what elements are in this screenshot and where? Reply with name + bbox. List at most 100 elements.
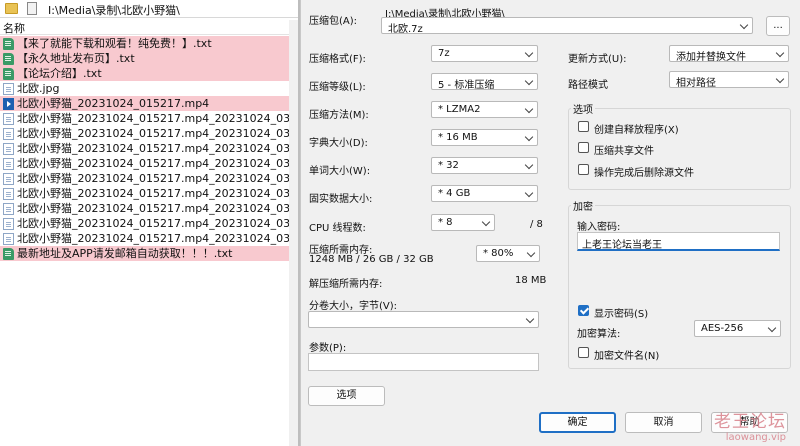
cpu-label: CPU 线程数:: [309, 223, 366, 234]
file-row[interactable]: 北欧小野猫_20231024_015217.mp4_20231024_03371…: [0, 111, 298, 126]
sfx-checkbox[interactable]: [578, 121, 589, 132]
method-select[interactable]: * LZMA2: [431, 101, 538, 118]
params-input[interactable]: [308, 353, 539, 371]
file-row[interactable]: 北欧.jpg: [0, 81, 298, 96]
solid-label: 固实数据大小:: [309, 194, 373, 205]
file-name: 北欧小野猫_20231024_015217.mp4_20231024_03392…: [17, 157, 298, 170]
file-name: 【永久地址发布页】.txt: [17, 52, 135, 65]
file-row[interactable]: 北欧小野猫_20231024_015217.mp4_20231024_03391…: [0, 141, 298, 156]
path-mode-label: 路径模式: [568, 80, 608, 91]
show-password-checkbox[interactable]: [578, 305, 589, 316]
path-mode-select[interactable]: 相对路径: [669, 71, 789, 89]
shared-checkbox[interactable]: [578, 142, 589, 153]
file-row[interactable]: 【来了就能下载和观看！纯免费！】.txt: [0, 36, 298, 51]
chevron-down-icon: [775, 48, 785, 58]
image-file-icon: [3, 83, 14, 95]
level-label: 压缩等级(L):: [309, 82, 366, 93]
file-row[interactable]: 北欧小野猫_20231024_015217.mp4: [0, 96, 298, 111]
chevron-down-icon: [524, 188, 534, 198]
word-value: * 32: [438, 160, 459, 171]
file-name: 北欧小野猫_20231024_015217.mp4_20231024_03411…: [17, 202, 298, 215]
file-row[interactable]: 北欧小野猫_20231024_015217.mp4_20231024_03382…: [0, 126, 298, 141]
file-name: 北欧小野猫_20231024_015217.mp4_20231024_03395…: [17, 172, 298, 185]
watermark-en: laowang.vip: [725, 432, 786, 443]
word-label: 单词大小(W):: [309, 166, 371, 177]
mem-decompress-value: 18 MB: [515, 275, 547, 286]
method-value: * LZMA2: [438, 104, 481, 115]
options-button[interactable]: 选项: [308, 386, 385, 406]
dict-value: * 16 MB: [438, 132, 478, 143]
cpu-select[interactable]: * 8: [431, 214, 495, 231]
file-manager-pane: I:\Media\录制\北欧小野猫\ 名称 【来了就能下载和观看！纯免费！】.t…: [0, 0, 300, 446]
file-name: 北欧小野猫_20231024_015217.mp4: [17, 97, 210, 110]
solid-select[interactable]: * 4 GB: [431, 185, 538, 202]
watermark-cn: 老王论坛: [714, 412, 786, 432]
file-list-scrollbar[interactable]: [289, 20, 298, 446]
file-row[interactable]: 北欧小野猫_20231024_015217.mp4_20231024_03411…: [0, 201, 298, 216]
chevron-down-icon: [481, 217, 491, 227]
chevron-down-icon: [524, 76, 534, 86]
text-file-icon: [3, 248, 14, 260]
mem-percent-select[interactable]: * 80%: [476, 245, 540, 262]
encrypt-names-checkbox[interactable]: [578, 347, 589, 358]
enc-method-value: AES-256: [701, 323, 744, 334]
name-column-header[interactable]: 名称: [0, 19, 300, 35]
cpu-max: / 8: [530, 219, 543, 230]
format-select[interactable]: 7z: [431, 45, 538, 62]
path-mode-value: 相对路径: [676, 78, 716, 89]
level-select[interactable]: 5 - 标准压缩: [431, 73, 538, 91]
password-input[interactable]: 上老王论坛当老王: [577, 232, 780, 251]
browse-button[interactable]: ...: [766, 16, 790, 36]
archive-label: 压缩包(A):: [309, 16, 358, 27]
delete-after-checkbox[interactable]: [578, 164, 589, 175]
file-name: 北欧小野猫_20231024_015217.mp4_20231024_03430…: [17, 232, 298, 245]
password-label: 输入密码:: [577, 222, 621, 233]
word-select[interactable]: * 32: [431, 157, 538, 174]
dict-select[interactable]: * 16 MB: [431, 129, 538, 146]
chevron-down-icon: [524, 160, 534, 170]
file-row[interactable]: 北欧小野猫_20231024_015217.mp4_20231024_03395…: [0, 171, 298, 186]
file-name: 北欧小野猫_20231024_015217.mp4_20231024_03391…: [17, 142, 298, 155]
file-name: 最新地址及APP请发邮箱自动获取！！！.txt: [17, 247, 233, 260]
video-file-icon: [3, 98, 14, 110]
chevron-down-icon: [775, 74, 785, 84]
file-row[interactable]: 北欧小野猫_20231024_015217.mp4_20231024_03392…: [0, 156, 298, 171]
chevron-down-icon: [524, 104, 534, 114]
file-row[interactable]: 【永久地址发布页】.txt: [0, 51, 298, 66]
doc-file-icon: [3, 113, 14, 125]
file-name: 北欧小野猫_20231024_015217.mp4_20231024_03371…: [17, 112, 298, 125]
address-path: I:\Media\录制\北欧小野猫\: [48, 4, 180, 17]
file-name: 北欧小野猫_20231024_015217.mp4_20231024_03421…: [17, 217, 298, 230]
chevron-down-icon: [525, 314, 535, 324]
folder-icon: [5, 3, 18, 14]
ok-button-label: 确定: [567, 417, 588, 428]
password-value: 上老王论坛当老王: [582, 240, 662, 251]
shared-label: 压缩共享文件: [594, 146, 654, 157]
delete-after-label: 操作完成后删除源文件: [594, 168, 694, 179]
chevron-down-icon: [739, 20, 749, 30]
encryption-group-title: 加密: [571, 198, 595, 213]
file-row[interactable]: 最新地址及APP请发邮箱自动获取！！！.txt: [0, 246, 298, 261]
file-list: 【来了就能下载和观看！纯免费！】.txt 【永久地址发布页】.txt 【论坛介绍】.…: [0, 36, 298, 261]
doc-file-icon: [3, 203, 14, 215]
file-row[interactable]: 【论坛介绍】.txt: [0, 66, 298, 81]
sfx-label: 创建自释放程序(X): [594, 125, 679, 136]
chevron-down-icon: [524, 132, 534, 142]
file-row[interactable]: 北欧小野猫_20231024_015217.mp4_20231024_03430…: [0, 231, 298, 246]
split-size-combo[interactable]: [308, 311, 539, 328]
cancel-button-label: 取消: [653, 417, 674, 428]
enc-method-select[interactable]: AES-256: [694, 320, 781, 337]
file-row[interactable]: 北欧小野猫_20231024_015217.mp4_20231024_03402…: [0, 186, 298, 201]
method-label: 压缩方法(M):: [309, 110, 369, 121]
mem-compress-value: 1248 MB / 26 GB / 32 GB: [309, 254, 434, 265]
cancel-button[interactable]: 取消: [625, 412, 702, 433]
doc-file-icon: [3, 218, 14, 230]
archive-name-combo[interactable]: 北欧.7z: [381, 17, 753, 35]
update-mode-select[interactable]: 添加并替换文件: [669, 45, 789, 63]
address-bar[interactable]: I:\Media\录制\北欧小野猫\: [0, 0, 300, 18]
mem-percent-value: * 80%: [483, 248, 514, 259]
ok-button[interactable]: 确定: [539, 412, 616, 433]
chevron-down-icon: [526, 248, 536, 258]
solid-value: * 4 GB: [438, 188, 471, 199]
file-row[interactable]: 北欧小野猫_20231024_015217.mp4_20231024_03421…: [0, 216, 298, 231]
